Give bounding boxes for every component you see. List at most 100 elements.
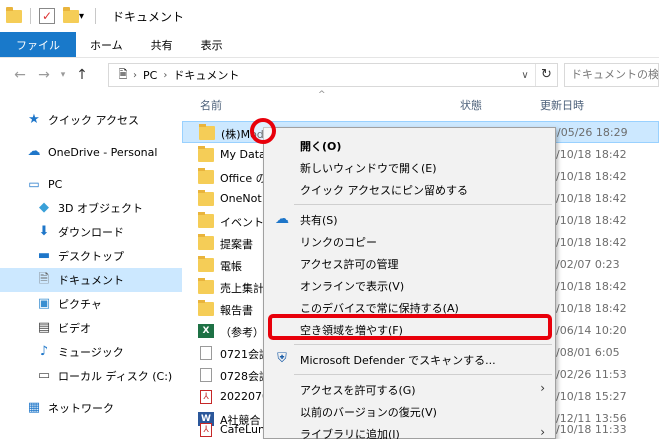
- column-header: ^ 名前 状態 更新日時: [182, 90, 659, 116]
- highlight-circle-right-click: [250, 118, 276, 144]
- column-modified-header[interactable]: 更新日時: [540, 97, 584, 113]
- chevron-right-icon[interactable]: ›: [163, 70, 167, 81]
- folder-icon: [6, 6, 22, 23]
- folder-icon: [198, 278, 214, 294]
- navigation-bar: ← → ▾ ↑ 🗎 › PC › ドキュメント ∨ ↻ ドキュメントの検索: [0, 58, 659, 92]
- menu-item-label: オンラインで表示(V): [300, 280, 405, 293]
- nav-item-label: 3D オブジェクト: [58, 202, 143, 215]
- search-input[interactable]: ドキュメントの検索: [564, 63, 659, 87]
- nav-item-label: ドキュメント: [58, 274, 124, 287]
- chevron-right-icon: ›: [540, 381, 545, 395]
- ribbon-tabs: ファイル ホーム 共有 表示: [0, 32, 659, 58]
- menu-item-open-new-window[interactable]: 新しいウィンドウで開く(E): [264, 156, 555, 178]
- properties-check-icon[interactable]: ✓: [39, 8, 55, 24]
- address-bar[interactable]: 🗎 › PC › ドキュメント ∨ ↻: [108, 63, 558, 87]
- nav-item-pc[interactable]: ▭ PC: [0, 172, 182, 196]
- nav-item-label: ローカル ディスク (C:): [58, 370, 173, 383]
- column-status-header[interactable]: 状態: [460, 97, 482, 113]
- folder-icon: [198, 256, 214, 272]
- folder-icon: [198, 168, 214, 184]
- recent-locations-icon[interactable]: ▾: [56, 70, 70, 80]
- nav-item-label: ダウンロード: [58, 226, 124, 239]
- menu-item-open[interactable]: 開く(O): [264, 134, 555, 156]
- menu-item-pin-quick-access[interactable]: クイック アクセスにピン留めする: [264, 178, 555, 200]
- menu-separator: [294, 374, 552, 375]
- menu-item-label: 以前のバージョンの復元(V): [300, 406, 437, 419]
- file-name: 2022070: [220, 390, 269, 403]
- nav-item-label: ビデオ: [58, 322, 91, 335]
- nav-item-local-disk[interactable]: ▭ ローカル ディスク (C:): [0, 364, 182, 388]
- nav-item-quick-access[interactable]: ★ クイック アクセス: [0, 108, 182, 132]
- forward-arrow-icon[interactable]: →: [32, 67, 56, 83]
- context-menu: 開く(O) 新しいウィンドウで開く(E) クイック アクセスにピン留めする ☁ …: [263, 127, 556, 439]
- tab-file[interactable]: ファイル: [0, 32, 76, 57]
- menu-item-manage-access[interactable]: アクセス許可の管理: [264, 252, 555, 274]
- menu-item-label: リンクのコピー: [300, 236, 377, 249]
- address-dropdown-icon[interactable]: ∨: [515, 70, 535, 81]
- network-icon: ▦: [27, 400, 41, 415]
- menu-item-label: 共有(S): [300, 214, 338, 227]
- tab-share[interactable]: 共有: [137, 32, 187, 57]
- nav-item-videos[interactable]: ▤ ビデオ: [0, 316, 182, 340]
- up-arrow-icon[interactable]: ↑: [70, 67, 94, 83]
- file-name: CafeLun: [220, 423, 265, 436]
- desktop-icon: ▬: [37, 248, 51, 263]
- nav-item-label: クイック アクセス: [48, 114, 139, 127]
- menu-item-label: 開く(O): [300, 140, 342, 153]
- new-folder-icon[interactable]: [63, 6, 79, 23]
- nav-item-onedrive[interactable]: ☁ OneDrive - Personal: [0, 140, 182, 164]
- nav-item-label: ピクチャ: [58, 298, 102, 311]
- nav-item-music[interactable]: ♪ ミュージック: [0, 340, 182, 364]
- nav-item-label: ミュージック: [58, 346, 124, 359]
- menu-item-defender-scan[interactable]: ⛨ Microsoft Defender でスキャンする...: [264, 348, 555, 370]
- chevron-right-icon[interactable]: ›: [133, 70, 137, 81]
- column-name-header[interactable]: 名前: [200, 97, 222, 113]
- title-separator-2: [95, 8, 96, 24]
- nav-item-downloads[interactable]: ⬇ ダウンロード: [0, 220, 182, 244]
- text-file-icon: [200, 346, 212, 360]
- window-title: ドキュメント: [112, 9, 185, 24]
- nav-item-pictures[interactable]: ▣ ピクチャ: [0, 292, 182, 316]
- menu-item-add-library[interactable]: ライブラリに追加(I) ›: [264, 422, 555, 439]
- document-location-icon: 🗎: [118, 68, 128, 81]
- breadcrumb-pc[interactable]: PC: [143, 69, 157, 82]
- nav-item-label: OneDrive - Personal: [48, 145, 158, 159]
- breadcrumb-documents[interactable]: ドキュメント: [173, 67, 239, 83]
- nav-item-label: ネットワーク: [48, 402, 114, 415]
- text-file-icon: [200, 368, 212, 382]
- nav-item-network[interactable]: ▦ ネットワーク: [0, 396, 182, 420]
- file-name: 電帳: [220, 260, 242, 273]
- file-name: 提案書: [220, 238, 253, 251]
- nav-item-label: デスクトップ: [58, 250, 124, 263]
- menu-item-label: クイック アクセスにピン留めする: [300, 184, 468, 197]
- back-arrow-icon[interactable]: ←: [8, 67, 32, 83]
- nav-item-desktop[interactable]: ▬ デスクトップ: [0, 244, 182, 268]
- menu-item-label: アクセスを許可する(G): [300, 384, 416, 397]
- folder-icon: [198, 300, 214, 316]
- tab-view[interactable]: 表示: [187, 32, 237, 57]
- pdf-file-icon: ⅄: [200, 423, 212, 437]
- menu-item-share[interactable]: ☁ 共有(S): [264, 208, 555, 230]
- picture-icon: ▣: [37, 296, 51, 311]
- download-icon: ⬇: [38, 224, 50, 239]
- quick-access-toolbar-dropdown-icon[interactable]: ▾: [79, 11, 87, 22]
- nav-item-label: PC: [48, 177, 63, 191]
- folder-icon: [198, 234, 214, 250]
- menu-item-label: 新しいウィンドウで開く(E): [300, 162, 437, 175]
- refresh-icon[interactable]: ↻: [535, 64, 557, 86]
- highlight-box-free-up-space: [268, 314, 552, 340]
- tab-home[interactable]: ホーム: [76, 32, 137, 57]
- menu-item-copy-link[interactable]: リンクのコピー: [264, 230, 555, 252]
- nav-item-documents[interactable]: 🗎 ドキュメント: [0, 268, 182, 292]
- folder-icon: [198, 190, 214, 206]
- menu-item-label: Microsoft Defender でスキャンする...: [300, 354, 496, 367]
- file-name: My Data: [220, 148, 266, 161]
- title-separator: [30, 8, 31, 24]
- title-bar: ✓ ▾ ドキュメント: [0, 0, 659, 32]
- menu-item-view-online[interactable]: オンラインで表示(V): [264, 274, 555, 296]
- menu-item-give-access[interactable]: アクセスを許可する(G) ›: [264, 378, 555, 400]
- shield-icon: ⛨: [277, 351, 287, 366]
- video-icon: ▤: [37, 320, 51, 335]
- nav-item-3d-objects[interactable]: ◆ 3D オブジェクト: [0, 196, 182, 220]
- menu-item-restore-versions[interactable]: 以前のバージョンの復元(V): [264, 400, 555, 422]
